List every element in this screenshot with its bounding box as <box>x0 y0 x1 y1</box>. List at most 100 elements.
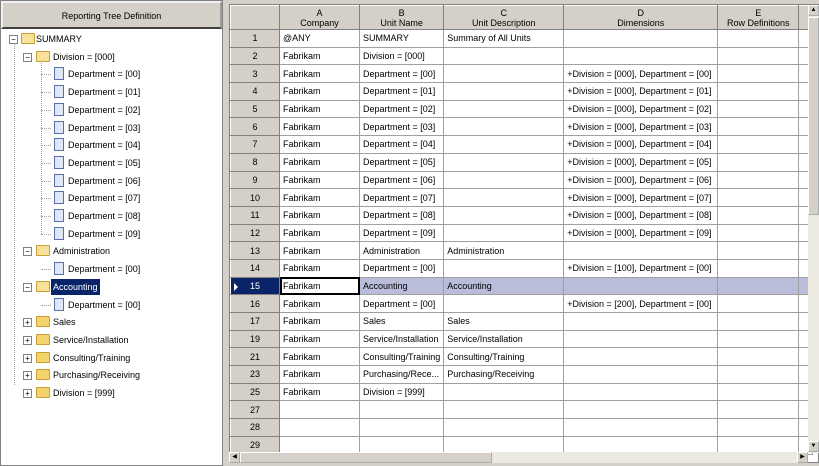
row-header[interactable]: 12 <box>230 223 280 243</box>
cell-c[interactable]: Summary of All Units <box>443 29 565 48</box>
cell-b[interactable]: Department = [05] <box>358 152 445 172</box>
cell-e[interactable] <box>717 276 800 296</box>
cell-a[interactable]: Fabrikam <box>279 46 360 66</box>
cell-c[interactable] <box>443 117 565 137</box>
row-header[interactable]: 3 <box>230 64 280 84</box>
row-header[interactable]: 28 <box>230 418 280 437</box>
cell-a[interactable]: Fabrikam <box>279 312 360 331</box>
cell-c[interactable]: Accounting <box>443 276 565 296</box>
cell-d[interactable] <box>563 347 719 367</box>
collapse-icon[interactable]: − <box>23 52 32 62</box>
cell-b[interactable]: Department = [07] <box>358 188 445 207</box>
horizontal-scroll-thumb[interactable] <box>240 452 492 463</box>
column-header-b[interactable]: B Unit Name <box>358 5 445 30</box>
cell-c[interactable] <box>443 205 565 225</box>
cell-b[interactable] <box>358 400 445 420</box>
column-header-e[interactable]: E Row Definitions <box>717 5 800 30</box>
cell-a[interactable]: Fabrikam <box>279 82 360 101</box>
cell-c[interactable] <box>443 418 565 437</box>
cell-b[interactable]: Consulting/Training <box>358 347 445 367</box>
cell-b[interactable]: Service/Installation <box>358 329 445 349</box>
cell-c[interactable] <box>443 46 565 66</box>
cell-a[interactable]: Fabrikam <box>279 347 360 367</box>
column-header-a[interactable]: A Company <box>279 5 360 30</box>
cell-e[interactable] <box>717 135 800 154</box>
expand-icon[interactable]: + <box>23 371 32 381</box>
row-header[interactable]: 10 <box>230 188 280 207</box>
table-row[interactable]: 3 Fabrikam Department = [00] +Division = [0… <box>230 64 814 84</box>
table-row[interactable]: 5 Fabrikam Department = [02] +Division = [0… <box>230 99 814 119</box>
row-header[interactable]: 1 <box>230 29 280 48</box>
cell-d[interactable]: +Division = [000], Department = [02] <box>563 99 719 119</box>
cell-e[interactable] <box>717 258 800 278</box>
column-header-c[interactable]: C Unit Description <box>443 5 565 30</box>
cell-e[interactable] <box>717 382 800 402</box>
row-header[interactable]: 11 <box>230 205 280 225</box>
cell-b[interactable]: Division = [000] <box>358 46 445 66</box>
row-header[interactable]: 2 <box>230 46 280 66</box>
collapse-icon[interactable]: − <box>23 282 32 292</box>
cell-a[interactable]: Fabrikam <box>279 170 360 190</box>
cell-a[interactable] <box>279 418 360 437</box>
cell-c[interactable]: Purchasing/Receiving <box>443 365 565 384</box>
cell-d[interactable] <box>563 312 719 331</box>
cell-e[interactable] <box>717 82 800 101</box>
cell-d[interactable] <box>563 29 719 48</box>
cell-a[interactable]: Fabrikam <box>279 294 360 313</box>
cell-c[interactable]: Sales <box>443 312 565 331</box>
cell-b[interactable]: Department = [01] <box>358 82 445 101</box>
cell-a[interactable]: Fabrikam <box>279 205 360 225</box>
table-row[interactable]: 2 Fabrikam Division = [000] <box>230 46 814 66</box>
expand-icon[interactable]: + <box>23 353 32 363</box>
cell-d[interactable]: +Division = [000], Department = [09] <box>563 223 719 243</box>
table-row[interactable]: 1 @ANY SUMMARY Summary of All Units <box>230 29 814 48</box>
expand-icon[interactable]: + <box>23 318 32 328</box>
scroll-right-icon[interactable]: ▶ <box>797 452 808 463</box>
table-row[interactable]: 16 Fabrikam Department = [00] +Division = [… <box>230 294 814 313</box>
table-row[interactable]: 17 Fabrikam Sales Sales <box>230 312 814 331</box>
cell-b[interactable] <box>358 418 445 437</box>
row-header[interactable]: 4 <box>230 82 280 101</box>
cell-a[interactable]: Fabrikam <box>279 329 360 349</box>
cell-b[interactable]: Department = [00] <box>358 294 445 313</box>
cell-a[interactable]: Fabrikam <box>279 152 360 172</box>
cell-d[interactable]: +Division = [000], Department = [03] <box>563 117 719 137</box>
row-header[interactable]: 6 <box>230 117 280 137</box>
table-row[interactable]: 6 Fabrikam Department = [03] +Division = [0… <box>230 117 814 137</box>
cell-a[interactable]: Fabrikam <box>279 241 360 260</box>
table-row[interactable]: 4 Fabrikam Department = [01] +Division = [0… <box>230 82 814 101</box>
corner-header[interactable] <box>230 5 280 30</box>
cell-d[interactable]: +Division = [000], Department = [05] <box>563 152 719 172</box>
table-row[interactable]: 12 Fabrikam Department = [09] +Division = [… <box>230 223 814 243</box>
row-header[interactable]: 14 <box>230 258 280 278</box>
cell-e[interactable] <box>717 46 800 66</box>
cell-d[interactable]: +Division = [100], Department = [00] <box>563 258 719 278</box>
cell-a[interactable]: Fabrikam <box>279 64 360 84</box>
cell-c[interactable]: Administration <box>443 241 565 260</box>
cell-c[interactable] <box>443 400 565 420</box>
cell-c[interactable] <box>443 258 565 278</box>
cell-c[interactable] <box>443 82 565 101</box>
cell-d[interactable]: +Division = [000], Department = [07] <box>563 188 719 207</box>
collapse-icon[interactable]: − <box>23 247 32 257</box>
cell-d[interactable] <box>563 241 719 260</box>
cell-b[interactable]: Department = [00] <box>358 258 445 278</box>
cell-d[interactable] <box>563 329 719 349</box>
cell-c[interactable] <box>443 170 565 190</box>
cell-e[interactable] <box>717 365 800 384</box>
cell-b[interactable]: Department = [06] <box>358 170 445 190</box>
row-header[interactable]: 23 <box>230 365 280 384</box>
cell-e[interactable] <box>717 223 800 243</box>
cell-b[interactable]: Department = [00] <box>358 64 445 84</box>
cell-d[interactable] <box>563 400 719 420</box>
column-header-d[interactable]: D Dimensions <box>563 5 719 30</box>
cell-e[interactable] <box>717 329 800 349</box>
cell-e[interactable] <box>717 188 800 207</box>
cell-e[interactable] <box>717 29 800 48</box>
cell-b[interactable]: Department = [08] <box>358 205 445 225</box>
row-header[interactable]: 17 <box>230 312 280 331</box>
cell-e[interactable] <box>717 241 800 260</box>
cell-c[interactable] <box>443 223 565 243</box>
row-header[interactable]: 9 <box>230 170 280 190</box>
cell-c[interactable] <box>443 64 565 84</box>
